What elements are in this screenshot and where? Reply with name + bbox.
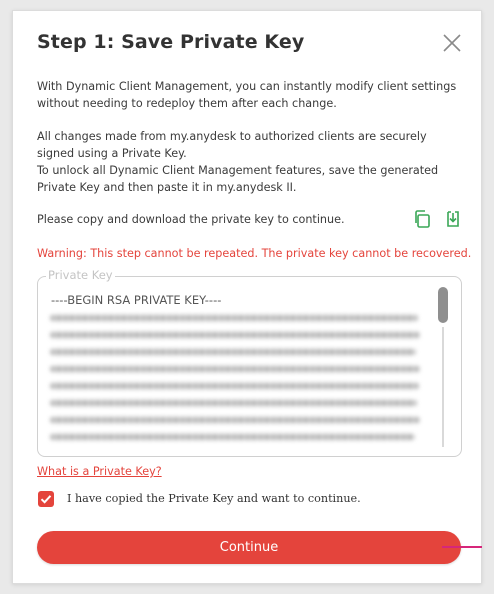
key-scrollbar[interactable] xyxy=(438,287,448,447)
copy-prompt: Please copy and download the private key… xyxy=(37,213,345,226)
private-key-label: Private Key xyxy=(46,268,115,282)
save-private-key-dialog: Step 1: Save Private Key With Dynamic Cl… xyxy=(12,10,482,584)
confirm-checkbox-label: I have copied the Private Key and want t… xyxy=(67,492,361,505)
confirm-checkbox[interactable] xyxy=(38,491,54,507)
scrollbar-thumb[interactable] xyxy=(438,287,448,323)
private-key-header: ----BEGIN RSA PRIVATE KEY---- xyxy=(51,293,222,307)
private-key-field[interactable]: Private Key ----BEGIN RSA PRIVATE KEY---… xyxy=(37,268,462,457)
details-line-1: All changes made from my.anydesk to auth… xyxy=(37,130,427,160)
intro-text: With Dynamic Client Management, you can … xyxy=(37,80,457,110)
private-key-content-blurred xyxy=(50,315,420,451)
warning-text: Warning: This step cannot be repeated. T… xyxy=(37,247,472,260)
download-icon[interactable] xyxy=(443,209,463,229)
scrollbar-track xyxy=(442,327,444,447)
continue-button[interactable]: Continue xyxy=(37,531,461,564)
close-icon[interactable] xyxy=(441,32,463,54)
what-is-private-key-link[interactable]: What is a Private Key? xyxy=(37,465,162,478)
details-line-2: To unlock all Dynamic Client Management … xyxy=(37,164,439,194)
checkmark-icon xyxy=(40,495,52,504)
cursor-pointer-line xyxy=(442,546,482,548)
details-text: All changes made from my.anydesk to auth… xyxy=(37,128,467,196)
dialog-title: Step 1: Save Private Key xyxy=(37,31,305,53)
copy-icon[interactable] xyxy=(412,209,432,229)
